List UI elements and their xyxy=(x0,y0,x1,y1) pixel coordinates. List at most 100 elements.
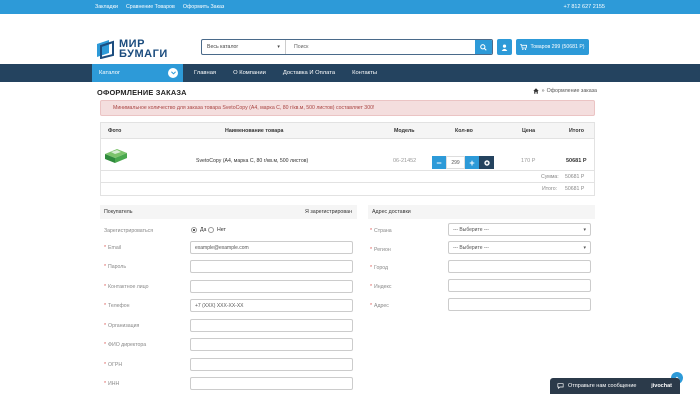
email-label: * Email xyxy=(104,245,122,251)
search-bar: Весь каталог ▾ Поиск xyxy=(201,39,493,55)
chevron-down-icon xyxy=(168,68,178,78)
cart-button[interactable]: Товаров 299 (50681 Р) xyxy=(516,39,589,55)
subtotal-label: Сумма: xyxy=(541,174,559,180)
top-bar: Закладки Сравнение Товаров Оформить Зака… xyxy=(0,0,700,14)
quantity-input[interactable]: 299 xyxy=(446,156,465,169)
chat-brand: jivochat xyxy=(651,383,672,389)
product-image[interactable] xyxy=(103,145,129,165)
header: МИР БУМАГИ Весь каталог ▾ Поиск Товаров … xyxy=(0,14,700,64)
org-field[interactable] xyxy=(190,319,353,332)
logo[interactable]: МИР БУМАГИ xyxy=(96,39,168,60)
inn-label: * ИНН xyxy=(104,381,120,387)
city-label: * Город xyxy=(370,265,389,271)
register-label: Зарегистрироваться xyxy=(104,228,154,234)
alert-text: Минимальное количество для заказа товара… xyxy=(113,105,375,111)
cart-table: Фото Наименование товара Модель Кол-во Ц… xyxy=(100,122,595,196)
email-value: example@example.com xyxy=(195,244,249,251)
delivery-section: Адрес доставки xyxy=(368,205,595,219)
increase-button[interactable]: + xyxy=(465,156,479,169)
nav-item-delivery[interactable]: Доставка И Оплата xyxy=(283,70,335,76)
register-no-radio[interactable]: Нет xyxy=(208,227,226,233)
product-name[interactable]: SvetoCopy (А4, марка С, 80 г/кв.м, 500 л… xyxy=(196,158,308,164)
col-qty: Кол-во xyxy=(455,128,473,134)
catalog-menu-button[interactable]: Каталог xyxy=(92,64,183,82)
zip-label: * Индекс xyxy=(370,284,392,290)
buyer-header: Покупатель Я зарегистрирован xyxy=(100,205,357,219)
home-icon[interactable] xyxy=(532,88,539,94)
chat-widget[interactable]: Отправьте нам сообщение jivochat xyxy=(550,378,680,394)
password-label: * Пароль xyxy=(104,264,127,270)
quantity-stepper: − 299 + xyxy=(432,156,494,169)
radio-on-icon xyxy=(191,227,197,233)
col-photo: Фото xyxy=(108,128,122,134)
search-category-label: Весь каталог xyxy=(207,44,239,50)
address-field[interactable] xyxy=(448,298,591,311)
inn-field[interactable] xyxy=(190,377,353,390)
subtotal-row: Сумма: 50681 Р xyxy=(101,171,594,183)
already-registered-link[interactable]: Я зарегистрирован xyxy=(305,209,352,215)
buyer-section: Покупатель Я зарегистрирован xyxy=(100,205,357,219)
zip-field[interactable] xyxy=(448,279,591,292)
buyer-title: Покупатель xyxy=(104,209,133,215)
logo-icon xyxy=(96,39,116,60)
chevron-down-icon: ▾ xyxy=(277,44,280,50)
phone-link[interactable]: +7 812 627 2155 xyxy=(564,4,605,10)
remove-button[interactable] xyxy=(479,156,494,169)
subtotal-value: 50681 Р xyxy=(565,174,585,180)
catalog-label: Каталог xyxy=(99,70,121,76)
bookmarks-link[interactable]: Закладки xyxy=(95,4,118,10)
nav-item-home[interactable]: Главная xyxy=(194,70,216,76)
register-yes-radio[interactable]: Да xyxy=(191,227,206,233)
cart-icon xyxy=(520,44,528,50)
org-label: * Организация xyxy=(104,323,140,329)
password-field[interactable] xyxy=(190,260,353,273)
search-placeholder: Поиск xyxy=(294,44,309,50)
chat-label: Отправьте нам сообщение xyxy=(568,383,637,389)
cart-header-row: Фото Наименование товара Модель Кол-во Ц… xyxy=(101,123,594,139)
nav-item-contacts[interactable]: Контакты xyxy=(352,70,377,76)
ogrn-label: * ОГРН xyxy=(104,362,123,368)
product-price: 170 Р xyxy=(521,158,536,164)
register-yes-label: Да xyxy=(200,227,207,233)
min-quantity-alert: Минимальное количество для заказа товара… xyxy=(100,100,595,116)
grand-total-label: Итого: xyxy=(542,186,558,192)
search-button[interactable] xyxy=(475,40,492,54)
breadcrumb-current[interactable]: Оформление заказа xyxy=(547,88,597,94)
city-field[interactable] xyxy=(448,260,591,273)
phone-field[interactable]: +7 (XXX) XXX-XX-XX xyxy=(190,299,353,312)
close-circle-icon xyxy=(483,159,490,166)
checkout-link[interactable]: Оформить Заказ xyxy=(183,4,225,10)
col-name: Наименование товара xyxy=(225,128,284,134)
col-price: Цена xyxy=(522,128,536,134)
user-icon xyxy=(501,43,508,51)
breadcrumb: » Оформление заказа xyxy=(532,88,597,94)
phone-label: * Телефон xyxy=(104,303,130,309)
director-field[interactable] xyxy=(190,338,353,351)
logo-line2: БУМАГИ xyxy=(119,48,168,60)
register-no-label: Нет xyxy=(217,227,226,233)
chevron-down-icon: ▾ xyxy=(583,226,586,233)
contact-field[interactable] xyxy=(190,280,353,293)
contact-label: * Контактное лицо xyxy=(104,284,149,290)
product-model: 06-21452 xyxy=(393,158,417,164)
compare-link[interactable]: Сравнение Товаров xyxy=(126,4,175,10)
account-button[interactable] xyxy=(497,39,512,55)
radio-off-icon xyxy=(208,227,214,233)
chat-icon xyxy=(557,383,564,389)
address-label: * Адрес xyxy=(370,303,389,309)
delivery-title: Адрес доставки xyxy=(372,209,411,215)
country-select[interactable]: --- Выберите --- ▾ xyxy=(448,223,591,236)
search-input[interactable]: Поиск xyxy=(286,40,475,54)
director-label: * ФИО директора xyxy=(104,342,147,348)
email-field[interactable]: example@example.com xyxy=(190,241,353,254)
breadcrumb-separator: » xyxy=(541,88,545,94)
region-select[interactable]: --- Выберите --- ▾ xyxy=(448,241,591,254)
search-icon xyxy=(480,43,487,51)
phone-value: +7 (XXX) XXX-XX-XX xyxy=(195,302,244,309)
nav-item-about[interactable]: О Компании xyxy=(233,70,266,76)
ogrn-field[interactable] xyxy=(190,358,353,371)
decrease-button[interactable]: − xyxy=(432,156,446,169)
search-category-select[interactable]: Весь каталог ▾ xyxy=(202,40,286,54)
chevron-down-icon: ▾ xyxy=(583,244,586,251)
region-value: --- Выберите --- xyxy=(453,244,489,251)
